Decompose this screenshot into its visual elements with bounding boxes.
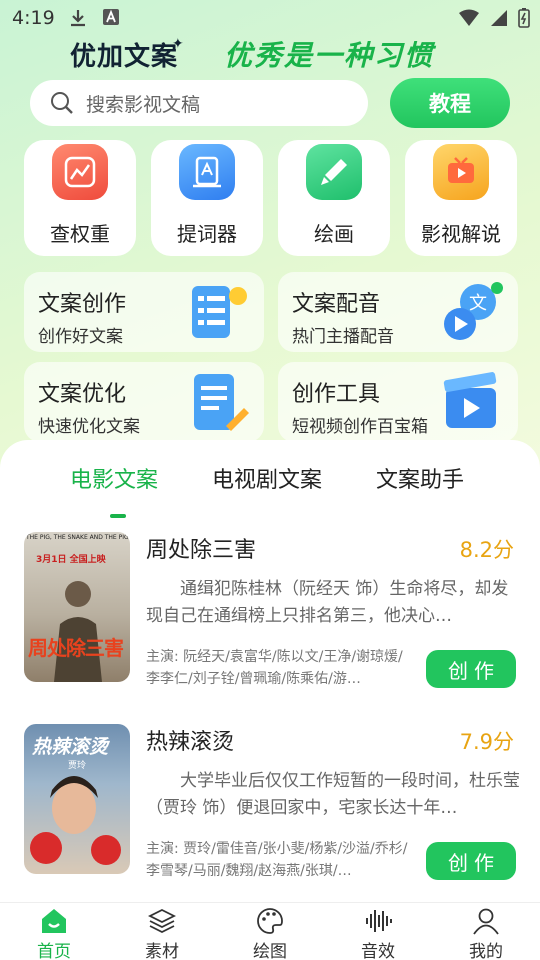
waveform-icon (366, 910, 392, 932)
bottom-navigation: 首页 素材 绘图 音效 我的 (0, 902, 540, 960)
create-button[interactable]: 创作 (426, 650, 516, 688)
chart-icon (52, 144, 108, 200)
card-title: 文案创作 (38, 292, 127, 317)
nav-label: 绘图 (253, 942, 287, 960)
status-time: 4:19 (12, 7, 55, 29)
tile-label: 提词器 (177, 222, 237, 246)
tab-movie-copy[interactable]: 电影文案 (70, 462, 158, 494)
slogan: 优秀是一种习惯 (224, 39, 435, 72)
movie-score: 8.2分 (459, 538, 514, 562)
movie-poster: 热辣滚烫 贾玲 (24, 724, 130, 874)
movie-title: 热辣滚烫 (146, 730, 235, 755)
nav-label: 我的 (469, 942, 503, 960)
nav-profile[interactable]: 我的 (432, 903, 540, 960)
movie-cast: 主演: 贾玲/雷佳音/张小斐/杨紫/沙溢/乔杉/李雪琴/马丽/魏翔/赵海燕/张琪… (146, 841, 408, 879)
movie-description: 通缉犯陈桂林（阮经天 饰）生命将尽，却发现自己在通缉榜上只排名第三，他决心… (146, 579, 509, 626)
movie-score: 7.9分 (459, 730, 514, 754)
tab-copy-assistant[interactable]: 文案助手 (376, 462, 464, 494)
tile-label: 查权重 (50, 222, 110, 246)
card-title: 创作工具 (292, 382, 381, 407)
search-placeholder: 搜索影视文稿 (86, 93, 201, 116)
card-creation-tools[interactable]: 创作工具 短视频创作百宝箱 (278, 362, 518, 442)
movie-cast: 主演: 阮经天/袁富华/陈以文/王净/谢琼煖/李李仁/刘子铨/曾珮瑜/陈乘佑/游… (146, 649, 403, 687)
clapperboard-icon (443, 372, 497, 428)
search-bar[interactable]: 搜索影视文稿 (30, 80, 368, 126)
card-subtitle: 热门主播配音 (292, 327, 394, 347)
card-title: 文案配音 (292, 292, 381, 317)
content-sheet: 电影文案 电视剧文案 文案助手 THE PIG, THE SNAKE AND T… (0, 440, 540, 906)
tile-teleprompter[interactable]: 提词器 (151, 140, 263, 256)
tab-tv-copy[interactable]: 电视剧文案 (212, 462, 322, 494)
nav-home[interactable]: 首页 (0, 903, 108, 960)
tile-film-commentary[interactable]: 影视解说 (405, 140, 517, 256)
wifi-icon (459, 9, 479, 26)
tile-label: 绘画 (314, 222, 354, 246)
poster-figure (30, 776, 121, 865)
nav-label: 首页 (37, 942, 71, 960)
palette-icon (257, 908, 283, 934)
nav-label: 素材 (145, 942, 179, 960)
layers-icon (148, 908, 176, 934)
battery-icon (518, 8, 530, 28)
list-item[interactable]: 热辣滚烫 贾玲 热辣滚烫 7.9分 大学毕业后仅仅工作短暂的一段时间，杜乐莹（贾… (0, 724, 540, 894)
svg-text:文: 文 (469, 293, 487, 314)
nav-drawing[interactable]: 绘图 (216, 903, 324, 960)
status-bar: 4:19 (0, 0, 540, 36)
poster-title: 周处除三害 (28, 636, 124, 660)
active-tab-indicator (110, 514, 126, 518)
nav-sound-effects[interactable]: 音效 (324, 903, 432, 960)
tile-weight-check[interactable]: 查权重 (24, 140, 136, 256)
card-copy-creation[interactable]: 文案创作 创作好文案 (24, 272, 264, 352)
create-button[interactable]: 创作 (426, 842, 516, 880)
app-notification-icon (103, 9, 119, 25)
tv-icon (433, 144, 489, 200)
voice-translate-icon: 文 (444, 282, 503, 340)
document-edit-icon (194, 374, 249, 431)
user-icon (473, 908, 499, 935)
download-icon (71, 10, 85, 27)
prompter-icon (179, 144, 235, 200)
movie-title: 周处除三害 (146, 538, 257, 563)
card-title: 文案优化 (38, 382, 127, 407)
search-icon (51, 92, 73, 114)
movie-poster: THE PIG, THE SNAKE AND THE PIGEON 3月1日 全… (24, 532, 130, 682)
card-subtitle: 快速优化文案 (38, 417, 140, 437)
nav-materials[interactable]: 素材 (108, 903, 216, 960)
document-list-icon (192, 286, 247, 338)
card-subtitle: 短视频创作百宝箱 (292, 417, 428, 437)
card-copy-optimize[interactable]: 文案优化 快速优化文案 (24, 362, 264, 442)
card-voiceover[interactable]: 文案配音 热门主播配音 文 (278, 272, 518, 352)
tile-label: 影视解说 (421, 222, 501, 246)
brush-icon (306, 144, 362, 200)
nav-label: 音效 (361, 942, 395, 960)
tutorial-button[interactable]: 教程 (390, 78, 510, 128)
category-tabs: 电影文案 电视剧文案 文案助手 (0, 462, 540, 518)
sparkle-icon: ✦ (172, 36, 184, 52)
movie-description: 大学毕业后仅仅工作短暂的一段时间，杜乐莹（贾玲 饰）便退回家中，宅家长达十年… (146, 771, 520, 818)
card-subtitle: 创作好文案 (38, 327, 123, 347)
signal-icon (491, 10, 507, 26)
list-item[interactable]: THE PIG, THE SNAKE AND THE PIGEON 3月1日 全… (0, 532, 540, 702)
tile-drawing[interactable]: 绘画 (278, 140, 390, 256)
brand-logo: 优加文案 (70, 42, 179, 72)
home-icon (42, 909, 66, 933)
